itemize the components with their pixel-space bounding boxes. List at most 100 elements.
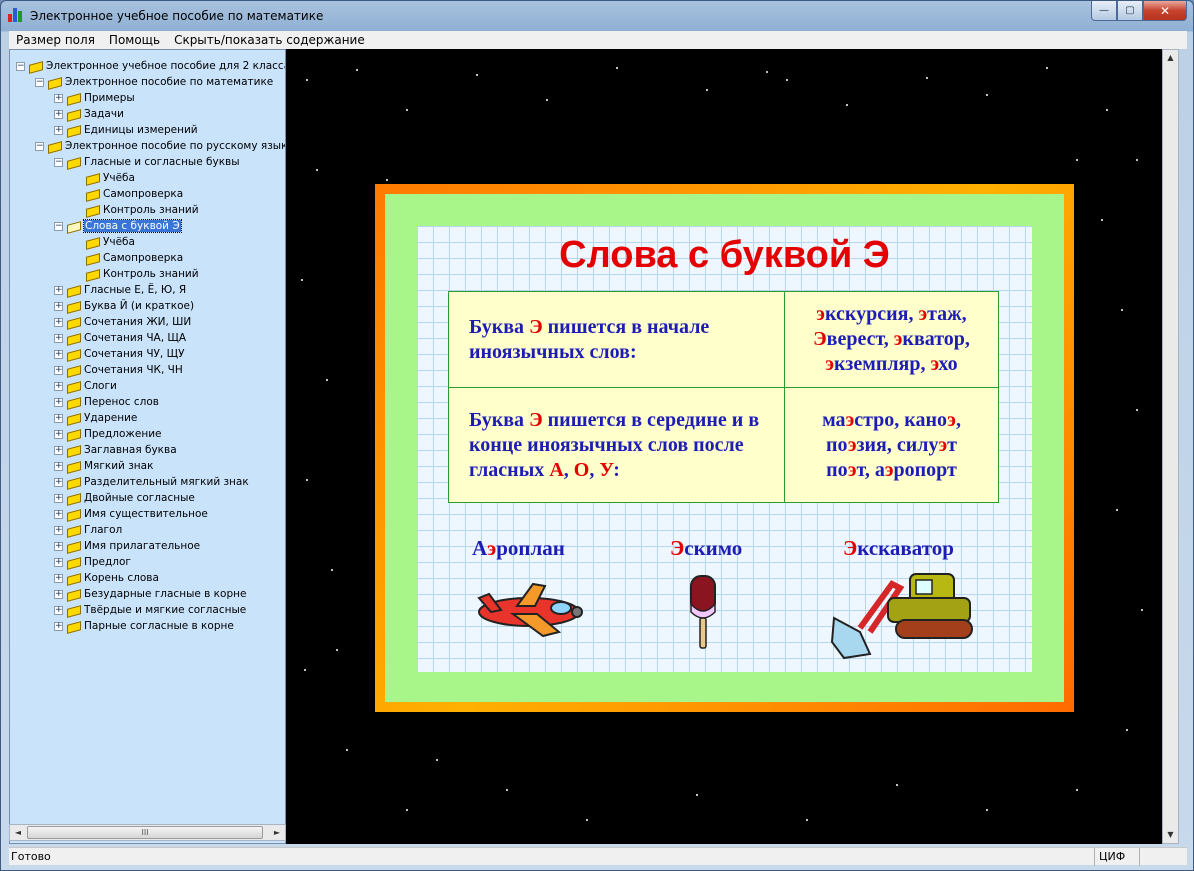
book-icon [66,157,80,168]
book-icon [85,269,99,280]
tree-item[interactable]: + Примеры [54,90,135,106]
tree-expander-icon[interactable]: + [54,509,63,519]
tree-expander-icon[interactable]: − [35,141,44,151]
tree-item[interactable]: Контроль знаний [73,202,199,218]
examples-cell-2: маэстро, каноэ, поэзия, силуэт поэт, аэроп… [784,387,999,503]
tree-item[interactable]: + Сочетания ЖИ, ШИ [54,314,191,330]
tree-item[interactable]: + Гласные Е, Ё, Ю, Я [54,282,186,298]
tree-item[interactable]: + Предложение [54,426,161,442]
tree-expander-icon[interactable]: + [54,301,63,311]
tree-item-label: Учёба [103,236,135,248]
tree-expander-icon[interactable]: + [54,525,63,535]
tree-expander-icon[interactable]: + [54,349,63,359]
tree-expander-icon[interactable]: + [54,605,63,615]
slide-frame: Слова с буквой Э Буква Э пишется в начал… [375,184,1074,712]
tree-expander-icon[interactable]: + [54,461,63,471]
scroll-right-arrow[interactable]: ► [269,825,285,840]
content-vertical-scrollbar[interactable]: ▲ ▼ [1162,49,1179,844]
tree-expander-icon[interactable]: − [16,61,25,71]
maximize-button[interactable]: ▢ [1117,1,1143,21]
tree-expander-icon[interactable]: − [54,221,63,231]
tree-expander-icon[interactable]: + [54,333,63,343]
tree-expander-icon[interactable]: + [54,93,63,103]
scroll-down-arrow[interactable]: ▼ [1163,827,1178,843]
tree-item[interactable]: + Сочетания ЧК, ЧН [54,362,183,378]
tree-expander-icon[interactable]: − [54,157,63,167]
tree-expander-icon[interactable]: − [35,77,44,87]
tree-item-label: Безударные гласные в корне [84,588,247,600]
tree-item[interactable]: − Электронное учебное пособие для 2 класс… [16,58,285,74]
tree-item[interactable]: Самопроверка [73,186,183,202]
tree-item[interactable]: + Ударение [54,410,137,426]
tree-item[interactable]: + Разделительный мягкий знак [54,474,249,490]
tree-item[interactable]: + Слоги [54,378,117,394]
tree-expander-icon[interactable]: + [54,477,63,487]
tree-expander-icon[interactable]: + [54,317,63,327]
tree-expander-icon[interactable]: + [54,429,63,439]
tree-item[interactable]: + Единицы измерений [54,122,198,138]
contents-tree[interactable]: − Электронное учебное пособие для 2 класс… [9,49,286,844]
star-icon [586,819,588,821]
tree-expander-icon[interactable]: + [54,413,63,423]
tree-item[interactable]: + Корень слова [54,570,159,586]
book-icon [47,141,61,152]
tree-item-label: Контроль знаний [103,268,199,280]
star-icon [1076,789,1078,791]
tree-item[interactable]: Контроль знаний [73,266,199,282]
title-bar[interactable]: Электронное учебное пособие по математик… [1,1,1193,31]
tree-expander-icon[interactable]: + [54,381,63,391]
scroll-up-arrow[interactable]: ▲ [1163,50,1178,66]
book-icon [66,605,80,616]
tree-expander-icon[interactable]: + [54,589,63,599]
star-icon [386,179,388,181]
tree-item[interactable]: + Сочетания ЧА, ЩА [54,330,186,346]
tree-item[interactable]: + Мягкий знак [54,458,153,474]
tree-item[interactable]: + Задачи [54,106,124,122]
tree-expander-icon[interactable]: + [54,493,63,503]
tree-expander-icon[interactable]: + [54,109,63,119]
tree-item[interactable]: Самопроверка [73,250,183,266]
menu-help[interactable]: Помощь [102,33,167,47]
tree-expander-icon[interactable]: + [54,557,63,567]
tree-expander-icon[interactable]: + [54,397,63,407]
tree-expander-icon[interactable]: + [54,285,63,295]
tree-item[interactable]: + Буква Й (и краткое) [54,298,194,314]
tree-item-label: Корень слова [84,572,159,584]
tree-item[interactable]: + Безударные гласные в корне [54,586,246,602]
tree-item[interactable]: + Парные согласные в корне [54,618,234,634]
scroll-thumb[interactable]: III [27,826,263,839]
tree-expander-icon[interactable]: + [54,445,63,455]
tree-expander-icon[interactable]: + [54,125,63,135]
tree-item[interactable]: Учёба [73,170,135,186]
app-window: Электронное учебное пособие по математик… [0,0,1194,871]
tree-item[interactable]: + Сочетания ЧУ, ЩУ [54,346,184,362]
tree-item[interactable]: − Гласные и согласные буквы [54,154,240,170]
scroll-left-arrow[interactable]: ◄ [10,825,26,840]
tree-item[interactable]: + Имя существительное [54,506,208,522]
tree-item[interactable]: Учёба [73,234,135,250]
example-line: поэзия, силуэт [826,433,957,456]
menu-toggle-contents[interactable]: Скрыть/показать содержание [167,33,372,47]
tree-expander-icon[interactable]: + [54,365,63,375]
tree-item[interactable]: + Имя прилагательное [54,538,200,554]
menu-field-size[interactable]: Размер поля [9,33,102,47]
tree-item[interactable]: − Слова с буквой Э [54,218,182,234]
tree-item-label: Буква Й (и краткое) [84,300,195,312]
tree-item-label: Перенос слов [84,396,159,408]
tree-item[interactable]: + Предлог [54,554,131,570]
tree-item[interactable]: + Двойные согласные [54,490,195,506]
tree-item[interactable]: − Электронное пособие по русскому языку [35,138,285,154]
tree-item[interactable]: − Электронное пособие по математике [35,74,273,90]
tree-item[interactable]: + Перенос слов [54,394,159,410]
tree-horizontal-scrollbar[interactable]: ◄ III ► [9,824,286,841]
close-button[interactable]: ✕ [1143,1,1187,21]
tree-item[interactable]: + Заглавная буква [54,442,177,458]
star-icon [1136,409,1138,411]
tree-expander-icon[interactable]: + [54,541,63,551]
tree-expander-icon[interactable]: + [54,573,63,583]
tree-expander-icon[interactable]: + [54,621,63,631]
book-icon [66,381,80,392]
minimize-button[interactable]: — [1091,1,1117,21]
tree-item[interactable]: + Глагол [54,522,122,538]
tree-item[interactable]: + Твёрдые и мягкие согласные [54,602,246,618]
